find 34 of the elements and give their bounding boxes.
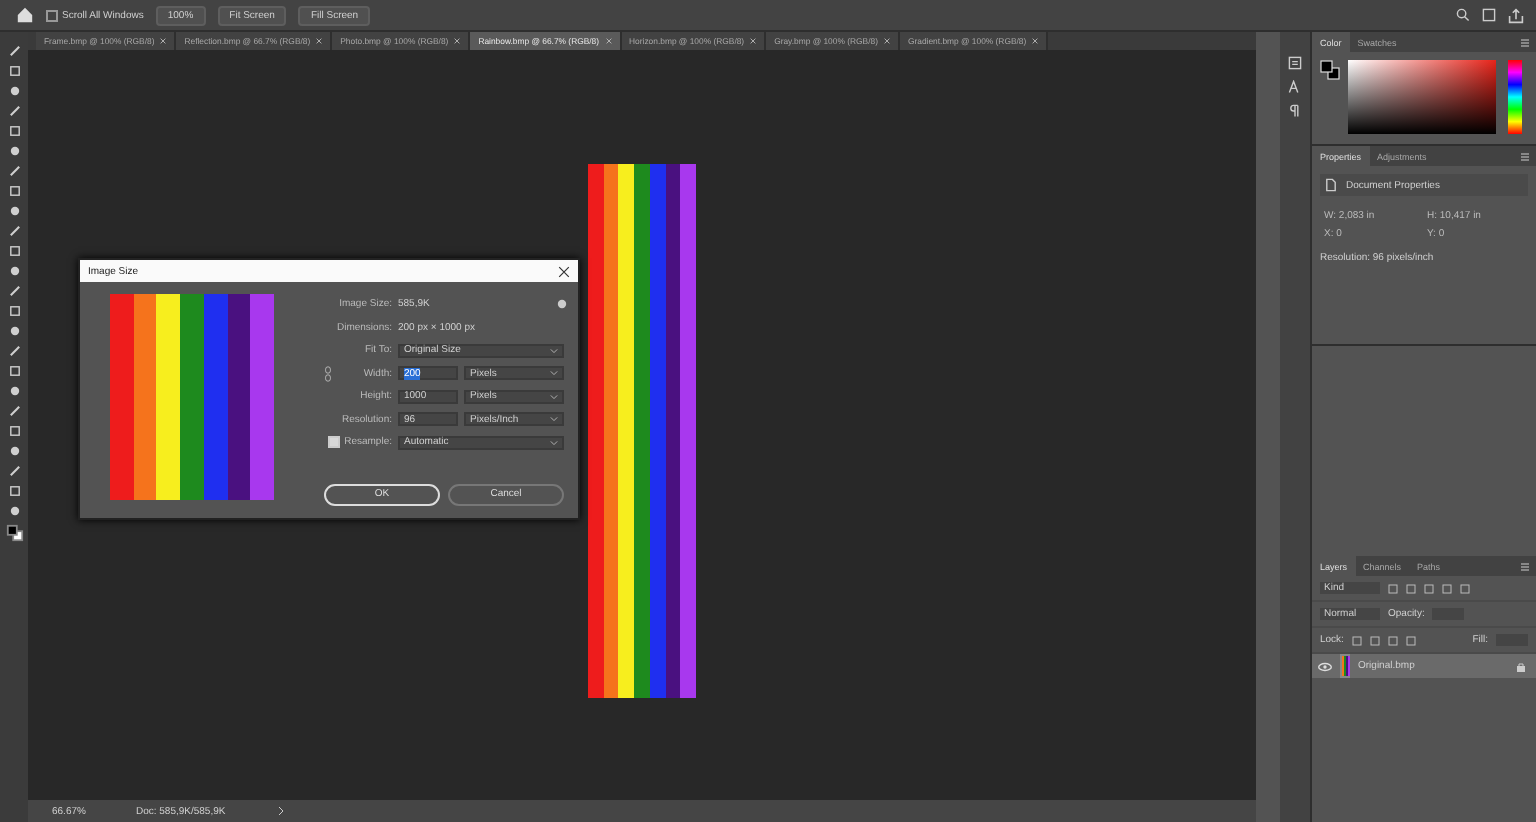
chevron-icon[interactable]	[275, 806, 286, 816]
home-icon[interactable]	[16, 6, 34, 24]
close-icon[interactable]	[883, 38, 890, 44]
close-icon[interactable]	[316, 38, 323, 44]
menu-icon[interactable]	[1520, 151, 1530, 161]
color-swatches-icon[interactable]	[1320, 60, 1340, 80]
menu-icon[interactable]	[1520, 561, 1530, 571]
lock-icon	[1516, 661, 1526, 671]
layer-thumbnail	[1340, 654, 1350, 678]
share-icon[interactable]	[1508, 7, 1524, 23]
caret-icon	[550, 393, 558, 399]
workspace-icon[interactable]	[1482, 8, 1496, 22]
eye-icon[interactable]	[1318, 661, 1332, 671]
checkbox[interactable]	[328, 436, 341, 448]
character-icon[interactable]	[1288, 80, 1302, 94]
close-icon[interactable]	[750, 38, 757, 44]
color-swatches-icon[interactable]	[5, 524, 23, 542]
hue-spectrum	[1508, 60, 1522, 134]
caret-icon	[550, 416, 558, 422]
document-icon	[1324, 178, 1338, 192]
close-icon[interactable]	[454, 38, 461, 44]
close-icon[interactable]	[558, 265, 570, 277]
link-icon[interactable]	[324, 365, 332, 381]
close-icon[interactable]	[160, 38, 167, 44]
search-icon[interactable]	[1456, 8, 1470, 22]
checkbox[interactable]	[46, 9, 58, 21]
history-icon[interactable]	[1288, 56, 1302, 70]
caret-icon	[550, 439, 558, 445]
menu-icon[interactable]	[1520, 37, 1530, 47]
color-field[interactable]	[1348, 60, 1496, 134]
caret-icon	[550, 347, 558, 353]
paragraph-icon[interactable]	[1288, 104, 1302, 118]
caret-icon	[550, 370, 558, 376]
close-icon[interactable]	[1032, 38, 1039, 44]
